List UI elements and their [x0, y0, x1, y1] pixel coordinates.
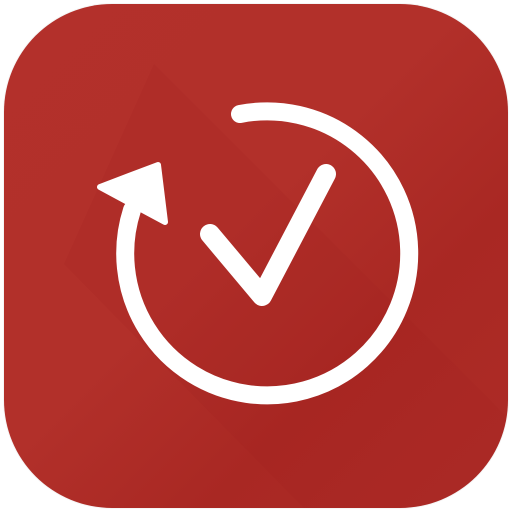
icon-canvas [0, 0, 512, 512]
refresh-arrow-icon [97, 102, 419, 405]
timer-check-glyph [97, 102, 419, 405]
checkmark-icon [200, 164, 336, 306]
